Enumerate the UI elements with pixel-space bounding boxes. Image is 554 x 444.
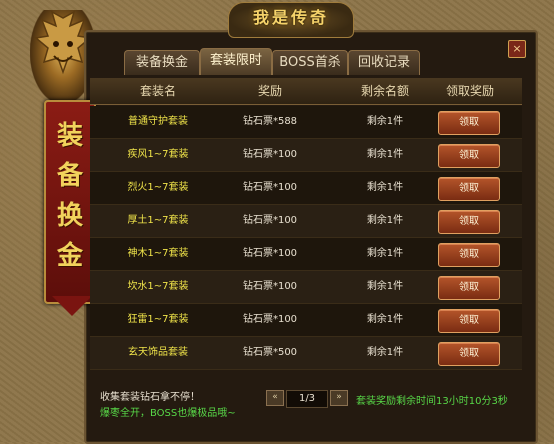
table-row: 普通守护套装 钻石票*588 剩余1件 领取 (90, 106, 522, 139)
close-icon: × (512, 42, 522, 55)
close-button[interactable]: × (508, 40, 526, 58)
header-claim: 领取奖励 (445, 84, 494, 98)
reward-value: 钻石票*100 (242, 149, 298, 160)
double-chevron-right-icon: » (336, 392, 342, 402)
remaining-time-text: 套装奖励剩余时间13小时10分3秒 (356, 396, 508, 407)
remaining-count: 剩余1件 (366, 116, 404, 127)
equipment-exchange-banner: 装 备 换 金 (44, 100, 96, 304)
tab-boss-first-kill[interactable]: BOSS首杀 (272, 50, 348, 75)
remaining-count: 剩余1件 (366, 248, 404, 259)
table-row: 坎水1~7套装 钻石票*100 剩余1件 领取 (90, 271, 522, 304)
header-set-name: 套装名 (139, 84, 176, 98)
claim-button[interactable]: 领取 (438, 210, 500, 234)
double-chevron-left-icon: « (272, 392, 278, 402)
set-name: 烈火1~7套装 (127, 182, 189, 193)
next-page-button[interactable]: » (330, 390, 348, 406)
banner-char: 装 (56, 121, 83, 151)
page-indicator: 1/3 (286, 390, 328, 408)
remaining-count: 剩余1件 (366, 281, 404, 292)
table-row: 烈火1~7套装 钻石票*100 剩余1件 领取 (90, 172, 522, 205)
tab-recycle-records[interactable]: 回收记录 (348, 50, 420, 75)
reward-value: 钻石票*100 (242, 281, 298, 292)
reward-value: 钻石票*588 (242, 116, 298, 127)
tab-set-limited[interactable]: 套装限时 (200, 48, 272, 75)
table-row: 神木1~7套装 钻石票*100 剩余1件 领取 (90, 238, 522, 271)
claim-button[interactable]: 领取 (438, 144, 500, 168)
tab-equipment-exchange[interactable]: 装备换金 (124, 50, 200, 75)
set-name: 狂雷1~7套装 (127, 314, 189, 325)
claim-button[interactable]: 领取 (438, 243, 500, 267)
set-name: 坎水1~7套装 (127, 281, 189, 292)
claim-button[interactable]: 领取 (438, 342, 500, 366)
claim-button[interactable]: 领取 (438, 309, 500, 333)
window-title-plate: 我是传奇 (228, 2, 354, 38)
set-name: 普通守护套装 (128, 116, 188, 127)
set-name: 疾风1~7套装 (127, 149, 189, 160)
table-row: 玄天饰品套装 钻石票*500 剩余1件 领取 (90, 337, 522, 370)
banner-char: 备 (56, 161, 83, 191)
table-row: 疾风1~7套装 钻石票*100 剩余1件 领取 (90, 139, 522, 172)
reward-value: 钻石票*100 (242, 182, 298, 193)
banner-char: 换 (56, 201, 83, 231)
footer-promo: 爆枣全开，BOSS也爆极品哦~ (100, 408, 236, 419)
prev-page-button[interactable]: « (266, 390, 284, 406)
window-title: 我是传奇 (252, 8, 329, 27)
claim-button[interactable]: 领取 (438, 111, 500, 135)
remaining-count: 剩余1件 (366, 314, 404, 325)
set-name: 玄天饰品套装 (128, 347, 188, 358)
remaining-count: 剩余1件 (366, 347, 404, 358)
claim-button[interactable]: 领取 (438, 177, 500, 201)
claim-button[interactable]: 领取 (438, 276, 500, 300)
remaining-count: 剩余1件 (366, 215, 404, 226)
remaining-count: 剩余1件 (366, 149, 404, 160)
banner-tip (52, 296, 92, 316)
footer-tip: 收集套装钻石拿不停！ (100, 392, 200, 403)
header-reward: 奖励 (257, 84, 282, 98)
header-remaining: 剩余名额 (360, 84, 409, 98)
table-row: 厚土1~7套装 钻石票*100 剩余1件 领取 (90, 205, 522, 238)
banner-char: 金 (56, 241, 83, 271)
reward-value: 钻石票*100 (242, 215, 298, 226)
remaining-count: 剩余1件 (366, 182, 404, 193)
set-name: 神木1~7套装 (127, 248, 189, 259)
table-row: 狂雷1~7套装 钻石票*100 剩余1件 领取 (90, 304, 522, 337)
reward-value: 钻石票*500 (242, 347, 298, 358)
set-name: 厚土1~7套装 (127, 215, 189, 226)
table-header: 套装名 奖励 剩余名额 领取奖励 (90, 78, 522, 105)
set-rewards-table: 套装名 奖励 剩余名额 领取奖励 普通守护套装 钻石票*588 剩余1件 领取 … (90, 78, 522, 410)
reward-value: 钻石票*100 (242, 314, 298, 325)
reward-value: 钻石票*100 (242, 248, 298, 259)
